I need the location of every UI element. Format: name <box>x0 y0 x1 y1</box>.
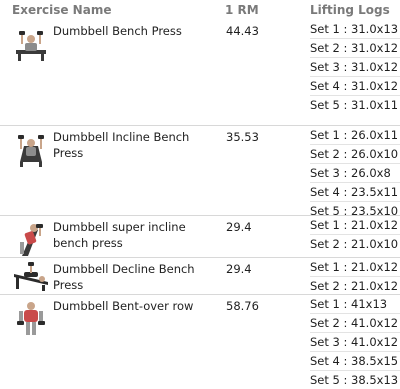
header-one-rm: 1 RM <box>225 3 259 17</box>
table-row[interactable]: Dumbbell Decline Bench Press 29.4 Set 1 … <box>0 258 400 295</box>
bench-press-figure-icon <box>12 26 50 62</box>
incline-bench-press-figure-icon <box>12 132 50 168</box>
set-entry: Set 3 : 41.0x12 <box>310 333 400 352</box>
lifting-logs: Set 1 : 41x13 Set 2 : 41.0x12 Set 3 : 41… <box>310 295 400 389</box>
table-header: Exercise Name 1 RM Lifting Logs <box>0 0 400 20</box>
set-entry: Set 1 : 41x13 <box>310 295 400 314</box>
set-entry: Set 1 : 21.0x12 <box>310 216 400 235</box>
exercise-name: Dumbbell Bent-over row <box>53 299 194 313</box>
one-rm-value: 29.4 <box>226 262 252 276</box>
set-entry: Set 2 : 21.0x10 <box>310 237 399 251</box>
one-rm-value: 44.43 <box>226 24 259 38</box>
set-entry: Set 2 : 26.0x10 <box>310 145 400 164</box>
lifting-logs: Set 1 : 26.0x11 Set 2 : 26.0x10 Set 3 : … <box>310 126 400 220</box>
set-entry: Set 1 : 26.0x11 <box>310 126 400 145</box>
exercise-name: Dumbbell Bench Press <box>53 24 182 38</box>
one-rm-value: 35.53 <box>226 130 259 144</box>
set-entry: Set 1 : 31.0x13 <box>310 20 400 39</box>
one-rm-value: 58.76 <box>226 299 259 313</box>
header-exercise-name: Exercise Name <box>12 3 112 17</box>
table-row[interactable]: Dumbbell Bent-over row 58.76 Set 1 : 41x… <box>0 295 400 387</box>
set-entry: Set 5 : 38.5x13 <box>310 373 399 387</box>
set-entry: Set 2 : 21.0x12 <box>310 279 399 293</box>
table-row[interactable]: Dumbbell Incline Bench Press 35.53 Set 1… <box>0 126 400 218</box>
one-rm-value: 29.4 <box>226 220 252 234</box>
table-row[interactable]: Dumbbell super incline bench press 29.4 … <box>0 216 400 258</box>
set-entry: Set 3 : 26.0x8 <box>310 164 400 183</box>
set-entry: Set 4 : 23.5x11 <box>310 183 400 202</box>
lifting-logs: Set 1 : 31.0x13 Set 2 : 31.0x12 Set 3 : … <box>310 20 400 114</box>
lifting-logs: Set 1 : 21.0x12 Set 2 : 21.0x10 <box>310 216 400 253</box>
set-entry: Set 3 : 31.0x12 <box>310 58 400 77</box>
super-incline-figure-icon <box>12 222 50 258</box>
exercise-log-table: Exercise Name 1 RM Lifting Logs Dumbbell… <box>0 0 400 387</box>
set-entry: Set 5 : 31.0x11 <box>310 98 399 112</box>
set-entry: Set 2 : 41.0x12 <box>310 314 400 333</box>
lifting-logs: Set 1 : 21.0x12 Set 2 : 21.0x12 <box>310 258 400 295</box>
exercise-name: Dumbbell super incline bench press <box>53 220 186 250</box>
exercise-name: Dumbbell Incline Bench Press <box>53 130 190 160</box>
header-lifting-logs: Lifting Logs <box>310 3 390 17</box>
set-entry: Set 2 : 31.0x12 <box>310 39 400 58</box>
table-row[interactable]: Dumbbell Bench Press 44.43 Set 1 : 31.0x… <box>0 20 400 126</box>
exercise-name: Dumbbell Decline Bench Press <box>53 262 195 292</box>
set-entry: Set 4 : 31.0x12 <box>310 77 400 96</box>
bent-over-row-figure-icon <box>12 301 50 337</box>
decline-bench-press-figure-icon <box>12 260 50 296</box>
set-entry: Set 1 : 21.0x12 <box>310 258 400 277</box>
